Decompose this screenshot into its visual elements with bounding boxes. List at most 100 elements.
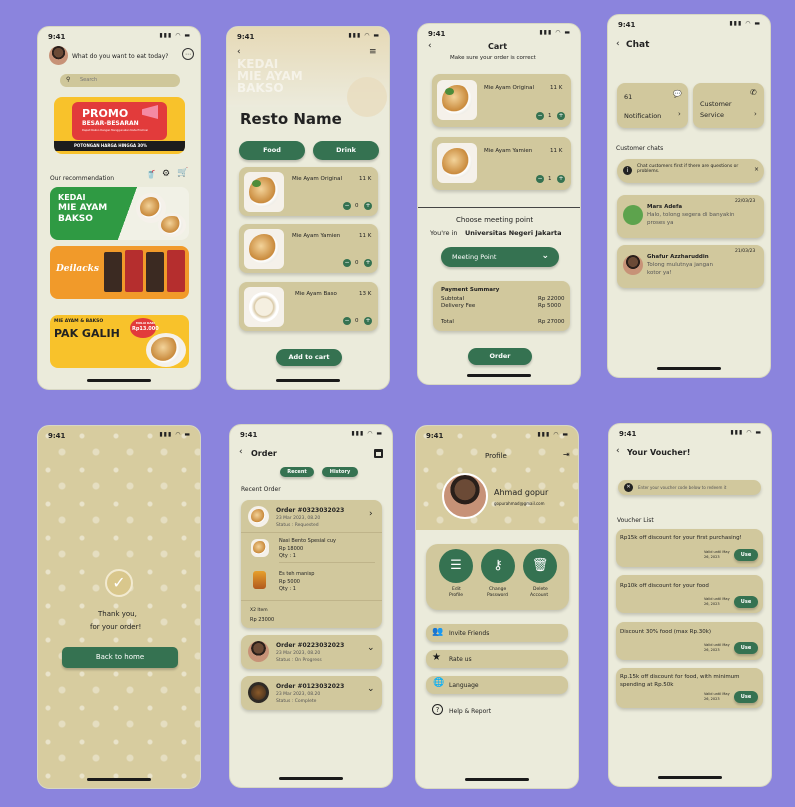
gear-icon[interactable]: ⚙ <box>162 169 170 179</box>
chevron-down-icon[interactable]: ⌄ <box>367 684 375 694</box>
key-icon: ⚷ <box>493 558 503 573</box>
profile-name: Ahmad gopur <box>494 488 549 497</box>
voucher-valid: Valid until May <box>704 550 730 554</box>
back-icon[interactable]: ‹ <box>237 47 241 57</box>
use-voucher-button[interactable]: Use <box>734 642 758 654</box>
order-button[interactable]: Order <box>468 348 532 365</box>
tab-recent[interactable]: Recent <box>280 467 314 477</box>
avatar <box>442 473 488 519</box>
promo-banner[interactable]: PROMO BESAR-BESARAN Dapat Diskon Dengan … <box>54 97 185 154</box>
menu-item[interactable]: Mie Ayam Original 11 K − 0 + <box>239 167 378 216</box>
search-input[interactable]: ⚲ Search <box>60 74 180 87</box>
order-date: 23 Mar 2023, 08.20 <box>276 516 321 521</box>
chevron-right-icon[interactable]: › <box>369 509 373 519</box>
chat-item[interactable]: Mars Adefa 22/03/23 Halo, tolong segera … <box>617 195 764 238</box>
customer-service-card[interactable]: ✆ Customer Service › <box>693 83 764 128</box>
add-to-cart-button[interactable]: Add to cart <box>276 349 342 366</box>
use-voucher-button[interactable]: Use <box>734 691 758 703</box>
voucher-valid-date: 26, 2023 <box>704 555 720 559</box>
meeting-point-dropdown[interactable]: Meeting Point ⌄ <box>441 247 559 267</box>
plus-button[interactable]: + <box>557 112 565 120</box>
voucher-code-input[interactable]: ✕ Enter your voucher code below to redee… <box>618 480 761 495</box>
status-icons: ▮▮▮ ◠ ▬ <box>730 429 762 436</box>
minus-button[interactable]: − <box>343 259 351 267</box>
tab-food[interactable]: Food <box>239 141 305 160</box>
minus-button[interactable]: − <box>343 317 351 325</box>
edit-profile-button[interactable]: ☰ <box>439 549 473 583</box>
item-price: Rp 5000 <box>279 579 300 585</box>
status-icons: ▮▮▮ ◠ ▬ <box>729 20 761 27</box>
meeting-title: Choose meeting point <box>456 216 534 224</box>
notification-card[interactable]: 61 💬 Notification › <box>617 83 688 128</box>
banner1-line1: KEDAI <box>58 193 86 202</box>
home-indicator <box>657 367 721 370</box>
back-icon[interactable]: ‹ <box>616 446 620 456</box>
avatar[interactable] <box>49 46 68 65</box>
cart-item[interactable]: Mie Ayam Original 11 K − 1 + <box>432 74 571 127</box>
home-indicator <box>87 778 151 781</box>
menu-invite-friends[interactable]: 👥 Invite Friends <box>426 624 568 642</box>
cart-icon[interactable]: 🛒 <box>177 168 188 178</box>
back-icon[interactable]: ‹ <box>428 41 432 51</box>
profile-screen: 9:41 ▮▮▮ ◠ ▬ Profile ⇥ Ahmad gopur gopur… <box>415 425 579 789</box>
del-label-1: Delete <box>533 587 548 592</box>
customer-chats-title: Customer chats <box>616 145 664 152</box>
item-qty: 1 <box>548 176 552 182</box>
plus-button[interactable]: + <box>557 175 565 183</box>
menu-icon[interactable]: ≡ <box>369 47 377 57</box>
location-prefix: You're in <box>430 229 458 237</box>
plus-button[interactable]: + <box>364 259 372 267</box>
calendar-icon[interactable] <box>374 449 383 458</box>
chat-item[interactable]: Ghafur Azzharuddin 21/03/23 Tolong mulut… <box>617 245 764 288</box>
cart-item[interactable]: Mie Ayam Yamien 11 K − 1 + <box>432 137 571 190</box>
voucher-text: Rp.15k off discount for food, with minim… <box>620 674 740 680</box>
pass-label-1: Change <box>489 587 507 592</box>
back-to-home-button[interactable]: Back to home <box>62 647 178 668</box>
resto-banner-2[interactable]: Deilacks <box>50 246 189 299</box>
delete-account-button[interactable]: 🗑 <box>523 549 557 583</box>
use-voucher-button[interactable]: Use <box>734 549 758 561</box>
chat-name: Mars Adefa <box>647 204 683 210</box>
voucher-text: Rp10k off discount for your food <box>620 583 709 589</box>
order-card[interactable]: Order #0223032023 23 Mar 2023, 08.20 Sta… <box>241 635 382 669</box>
status-time: 9:41 <box>48 432 66 440</box>
back-icon[interactable]: ‹ <box>239 447 243 457</box>
resto-banner-1[interactable]: KEDAI MIE AYAM BAKSO <box>50 187 189 240</box>
chat-icon[interactable]: ⋯ <box>182 48 194 60</box>
summary-title: Payment Summary <box>441 287 500 293</box>
tab-history[interactable]: History <box>322 467 358 477</box>
chevron-down-icon[interactable]: ⌄ <box>367 643 375 653</box>
minus-button[interactable]: − <box>343 202 351 210</box>
menu-item[interactable]: Mie Ayam Yamien 11 K − 0 + <box>239 224 378 273</box>
drink-icon[interactable]: 🥤 <box>146 170 156 179</box>
item-qty: Qty : 1 <box>279 553 296 559</box>
menu-help-report[interactable]: ? Help & Report <box>426 702 568 720</box>
tab-drink[interactable]: Drink <box>313 141 379 160</box>
home-indicator <box>658 776 722 779</box>
logout-icon[interactable]: ⇥ <box>563 450 570 459</box>
minus-button[interactable]: − <box>536 175 544 183</box>
change-password-button[interactable]: ⚷ <box>481 549 515 583</box>
close-icon[interactable]: × <box>754 166 759 173</box>
use-voucher-button[interactable]: Use <box>734 596 758 608</box>
banner3-line2: PAK GALIH <box>54 327 120 340</box>
order-status: Status : Requested <box>276 523 319 528</box>
plus-button[interactable]: + <box>364 202 372 210</box>
minus-button[interactable]: − <box>536 112 544 120</box>
status-icons: ▮▮▮ ◠ ▬ <box>159 431 191 438</box>
menu-rate-us[interactable]: ★ Rate us <box>426 650 568 668</box>
order-card[interactable]: Order #0323032023 23 Mar 2023, 08.20 Sta… <box>241 500 382 628</box>
menu-language[interactable]: 🌐 Language <box>426 676 568 694</box>
del-label-2: Account <box>530 593 549 598</box>
voucher-text-2: spending at Rp.50k <box>620 682 674 688</box>
plus-button[interactable]: + <box>364 317 372 325</box>
home-indicator <box>467 374 531 377</box>
search-placeholder: Search <box>80 77 98 83</box>
order-card[interactable]: Order #0123032023 23 Mar 2023, 08.20 Sta… <box>241 676 382 710</box>
resto-banner-3[interactable]: MIE AYAM & BAKSO PAK GALIH MULAI DARI Rp… <box>50 315 189 368</box>
menu-item[interactable]: Mie Ayam Baso 13 K − 0 + <box>239 282 378 331</box>
account-actions: ☰ Edit Profile ⚷ Change Password 🗑 Delet… <box>426 544 569 610</box>
item-price: 11 K <box>550 148 563 154</box>
back-icon[interactable]: ‹ <box>616 39 620 49</box>
order-number: Order #0323032023 <box>276 507 345 514</box>
